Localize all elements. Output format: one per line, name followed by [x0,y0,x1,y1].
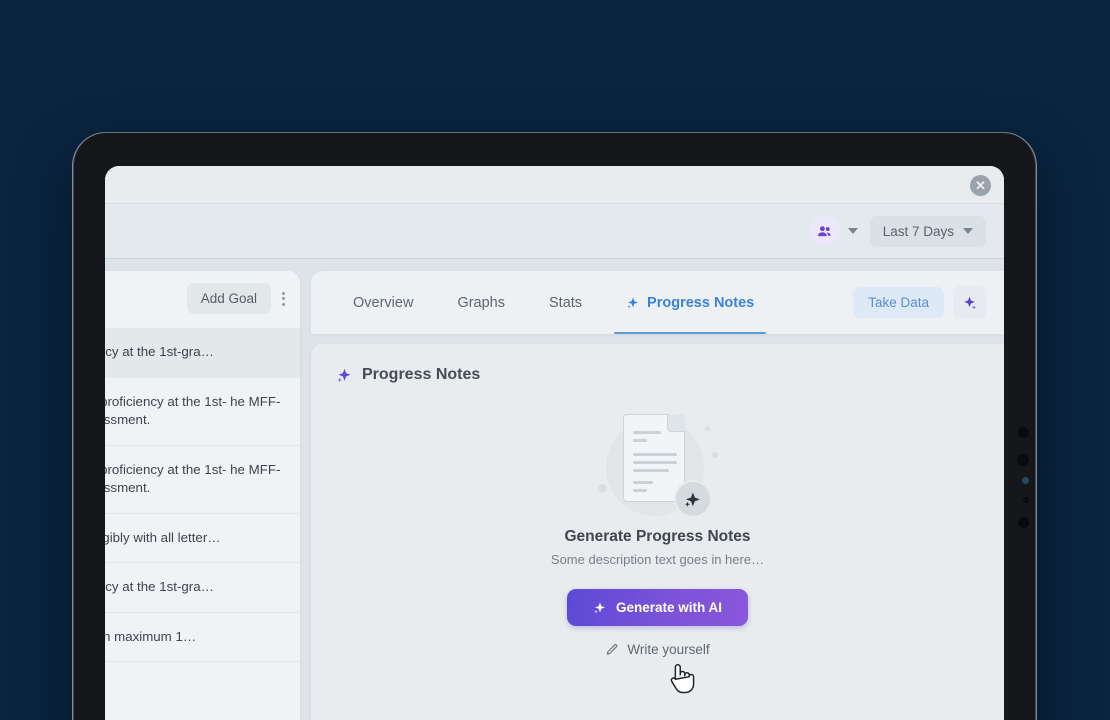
more-vertical-icon[interactable] [277,286,290,312]
ai-sparkle-button[interactable] [953,286,986,319]
goal-list-item[interactable]: tions with maximum 1… [105,613,300,662]
add-goal-button[interactable]: Add Goal [186,283,271,314]
chevron-down-icon [963,228,973,234]
bezel-sensor-icon [1017,454,1029,466]
panel-heading-label: Progress Notes [362,366,481,383]
people-filter-dropdown[interactable] [809,216,858,246]
bezel-sensor-icon [1023,497,1029,503]
tab-label: Overview [353,294,414,311]
goal-list-item[interactable]: at 40% proficiency at the 1st- he MFF-1D… [105,446,300,514]
close-icon[interactable]: ✕ [970,175,991,196]
tab-overview[interactable]: Overview [331,271,435,334]
tab-label: Stats [549,294,583,311]
goal-list-item[interactable]: proficiency at the 1st-gra… [105,328,300,378]
tabs-card: Overview Graphs Stats Progress Notes Take D… [311,271,1004,334]
write-yourself-label: Write yourself [627,642,710,657]
document-with-sparkle-illustration [597,412,718,520]
filter-bar: Last 7 Days [105,204,1004,259]
panel-heading: Progress Notes [311,366,1004,384]
tab-label: Graphs [457,294,505,311]
tablet-screen: ✕ Last 7 Days Add Goal cy at the 1st-gra… [105,166,1004,720]
date-range-label: Last 7 Days [882,223,954,239]
sidebar-header: Add Goal [105,271,300,328]
generate-with-ai-button[interactable]: Generate with AI [566,589,749,626]
take-data-button[interactable]: Take Data [853,287,944,318]
sparkle-icon [337,368,351,382]
empty-state-description: Some description text goes in here… [550,552,765,567]
goal-list[interactable]: proficiency at the 1st-gra…at 50% profic… [105,328,300,720]
bezel-sensor-icon [1018,427,1029,438]
tab-stats[interactable]: Stats [527,271,604,334]
tab-bar[interactable]: Overview Graphs Stats Progress Notes [331,271,853,334]
sparkle-icon [594,601,605,613]
progress-notes-panel: Progress Notes Generate Progress Notes S… [311,344,1004,720]
date-range-dropdown[interactable]: Last 7 Days [869,215,986,247]
write-yourself-link[interactable]: Write yourself [605,642,710,657]
empty-state-title: Generate Progress Notes [564,528,751,545]
main-content: Overview Graphs Stats Progress Notes Take D… [311,271,1004,720]
goal-list-item[interactable]: proficiency at the 1st-gra… [105,563,300,613]
app-body: Add Goal proficiency at the 1st-gra…at 5… [105,259,1004,720]
goal-list-item[interactable]: name legibly with all letter… [105,514,300,563]
modal-top-bar: ✕ [105,166,1004,204]
generate-with-ai-label: Generate with AI [615,600,723,615]
bezel-sensor-icon [1018,517,1029,528]
sparkle-icon [627,296,639,308]
goals-sidebar: Add Goal proficiency at the 1st-gra…at 5… [105,271,300,720]
tab-progress-notes[interactable]: Progress Notes [604,271,776,334]
sparkle-badge-icon [673,480,712,518]
tab-label: Progress Notes [647,294,755,311]
pencil-icon [607,643,618,655]
bezel-camera-icon [1022,477,1029,484]
goal-list-item[interactable]: at 50% proficiency at the 1st- he MFF-1D… [105,378,300,446]
tab-actions: Take Data [853,286,1004,319]
chevron-down-icon [847,228,858,234]
people-group-icon [809,216,840,246]
tablet-device-frame: ✕ Last 7 Days Add Goal cy at the 1st-gra… [72,132,1037,720]
empty-state: Generate Progress Notes Some description… [311,412,1004,657]
tab-graphs[interactable]: Graphs [435,271,527,334]
